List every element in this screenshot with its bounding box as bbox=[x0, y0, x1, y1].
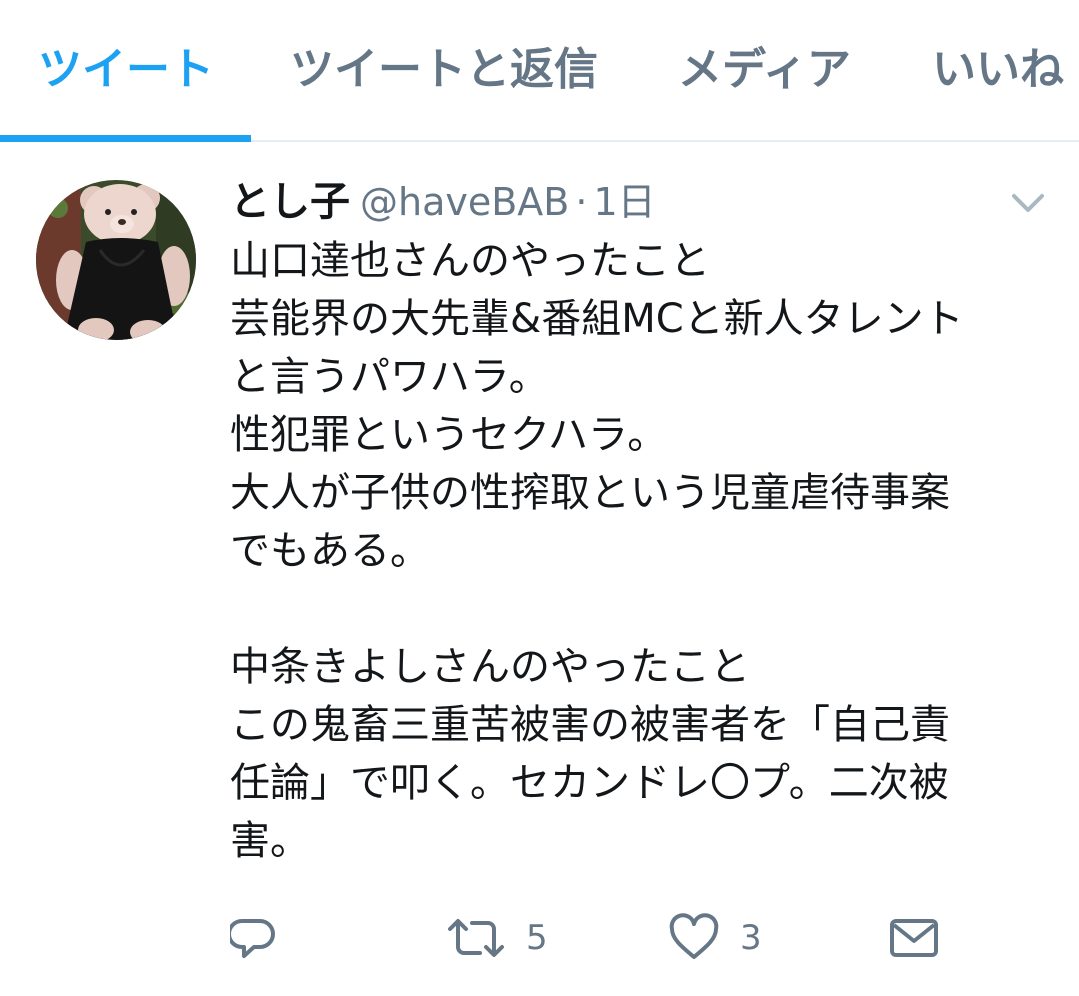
envelope-icon bbox=[890, 919, 938, 957]
reply-button[interactable] bbox=[230, 910, 280, 966]
like-button[interactable]: 3 bbox=[668, 910, 762, 966]
heart-icon bbox=[669, 913, 719, 959]
avatar[interactable] bbox=[36, 180, 196, 340]
separator-dot: · bbox=[575, 180, 588, 224]
tweet-text-line: この鬼畜三重苦被害の被害者を「自己責 bbox=[230, 702, 950, 748]
profile-tabs: ツイート ツイートと返信 メディア いいね bbox=[0, 0, 1079, 142]
chevron-down-icon[interactable] bbox=[1008, 188, 1048, 218]
display-name[interactable]: とし子 bbox=[230, 179, 350, 225]
tweet-text-line: 芸能界の大先輩&番組MCと新人タレント bbox=[230, 296, 964, 342]
tweet-header: とし子 @haveBAB · 1日 bbox=[230, 172, 656, 232]
tweet[interactable]: とし子 @haveBAB · 1日 山口達也さんのやったこと 芸能界の大先輩&番組MC… bbox=[0, 144, 1079, 996]
tweet-text-line: でもある。 bbox=[230, 528, 430, 574]
tweet-text-line: 害。 bbox=[230, 818, 310, 864]
tweet-text: 山口達也さんのやったこと 芸能界の大先輩&番組MCと新人タレント と言うパワハラ… bbox=[230, 232, 1050, 870]
tab-tweets-and-replies[interactable]: ツイートと返信 bbox=[290, 0, 598, 140]
tweet-text-line: 大人が子供の性搾取という児童虐待事案 bbox=[230, 470, 950, 516]
tweet-text-line: 性犯罪というセクハラ。 bbox=[230, 412, 668, 458]
like-count: 3 bbox=[740, 918, 762, 958]
retweet-count: 5 bbox=[526, 918, 548, 958]
tweet-text-line: 中条きよしさんのやったこと bbox=[230, 644, 750, 690]
tweet-timestamp[interactable]: 1日 bbox=[593, 180, 655, 224]
retweet-icon bbox=[448, 919, 504, 957]
teddy-bear-avatar-image bbox=[36, 180, 196, 340]
tab-media[interactable]: メディア bbox=[678, 0, 851, 140]
tweet-text-line: 山口達也さんのやったこと bbox=[230, 238, 710, 284]
retweet-button[interactable]: 5 bbox=[446, 910, 548, 966]
tab-tweets[interactable]: ツイート bbox=[38, 0, 214, 140]
direct-message-button[interactable] bbox=[888, 910, 940, 966]
tweet-text-line: 任論」で叩く。セカンドレ〇プ。二次被 bbox=[230, 760, 949, 806]
user-handle[interactable]: @haveBAB bbox=[360, 180, 569, 224]
tab-likes[interactable]: いいね bbox=[932, 0, 1064, 140]
reply-icon bbox=[230, 919, 275, 958]
tweet-text-line: と言うパワハラ。 bbox=[230, 354, 549, 400]
active-tab-indicator bbox=[0, 135, 251, 142]
